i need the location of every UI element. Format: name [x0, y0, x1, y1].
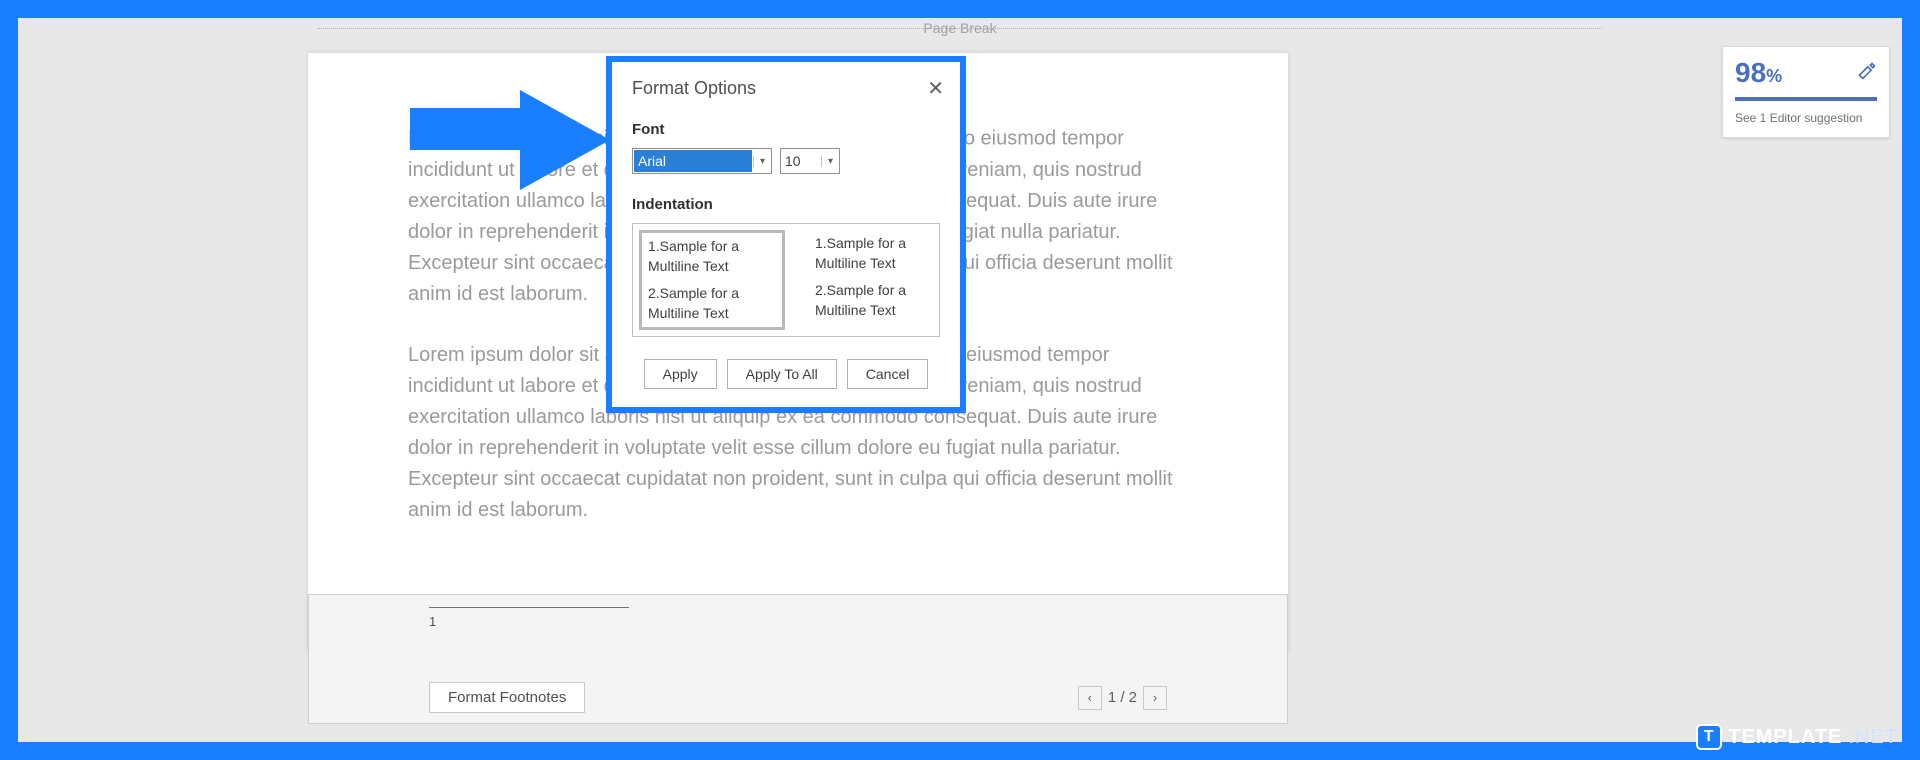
cancel-button[interactable]: Cancel — [847, 359, 929, 389]
footnote-pane: 1 Format Footnotes ‹ 1 / 2 › — [308, 594, 1288, 724]
score-value: 98 — [1735, 57, 1766, 88]
editor-pen-icon — [1857, 61, 1877, 86]
close-icon[interactable]: ✕ — [927, 76, 944, 101]
apply-to-all-button[interactable]: Apply To All — [727, 359, 837, 389]
editor-progress-bar — [1735, 97, 1877, 101]
watermark-text: TEMPLATE — [1728, 726, 1842, 749]
template-logo-icon: T — [1696, 724, 1722, 750]
footnote-pager: ‹ 1 / 2 › — [1078, 686, 1167, 710]
format-options-dialog: Format Options ✕ Font Arial ▾ 10 ▾ Inden… — [606, 56, 966, 413]
apply-button[interactable]: Apply — [644, 359, 717, 389]
indentation-section-label: Indentation — [632, 196, 940, 213]
pager-prev-button[interactable]: ‹ — [1078, 686, 1102, 710]
pager-next-button[interactable]: › — [1143, 686, 1167, 710]
chevron-down-icon: ▾ — [821, 156, 839, 167]
indentation-option-hanging[interactable]: 1.Sample for aMultiline Text 2.Sample fo… — [793, 230, 933, 330]
editor-suggestion-link[interactable]: See 1 Editor suggestion — [1735, 111, 1877, 125]
page-break-label: Page Break — [923, 20, 996, 36]
pager-text: 1 / 2 — [1108, 689, 1137, 706]
watermark-net: .NET — [1848, 726, 1898, 749]
indentation-options: 1.Sample for aMultiline Text 2.Sample fo… — [632, 223, 940, 337]
template-net-watermark: T TEMPLATE .NET — [1696, 724, 1898, 750]
indentation-option-left[interactable]: 1.Sample for aMultiline Text 2.Sample fo… — [639, 230, 785, 330]
footnote-separator — [429, 607, 629, 608]
editor-score-panel[interactable]: 98% See 1 Editor suggestion — [1722, 46, 1890, 138]
text: Lorem ipsum — [408, 128, 529, 150]
font-section-label: Font — [632, 121, 940, 138]
footnote-number: 1 — [429, 614, 1167, 629]
footnote-reference[interactable]: 12 — [567, 125, 581, 140]
chevron-down-icon: ▾ — [753, 156, 771, 167]
footnote-toolbar: Format Footnotes ‹ 1 / 2 › — [429, 682, 1167, 713]
dialog-title: Format Options — [632, 78, 940, 99]
font-family-value: Arial — [634, 150, 752, 172]
format-footnotes-button[interactable]: Format Footnotes — [429, 682, 585, 713]
font-size-dropdown[interactable]: 10 ▾ — [780, 148, 840, 174]
score-percent: % — [1766, 66, 1782, 86]
editor-score: 98% — [1735, 57, 1877, 89]
font-size-value: 10 — [781, 153, 821, 169]
font-family-dropdown[interactable]: Arial ▾ — [632, 148, 772, 174]
spellcheck-word: dolo — [529, 128, 567, 150]
